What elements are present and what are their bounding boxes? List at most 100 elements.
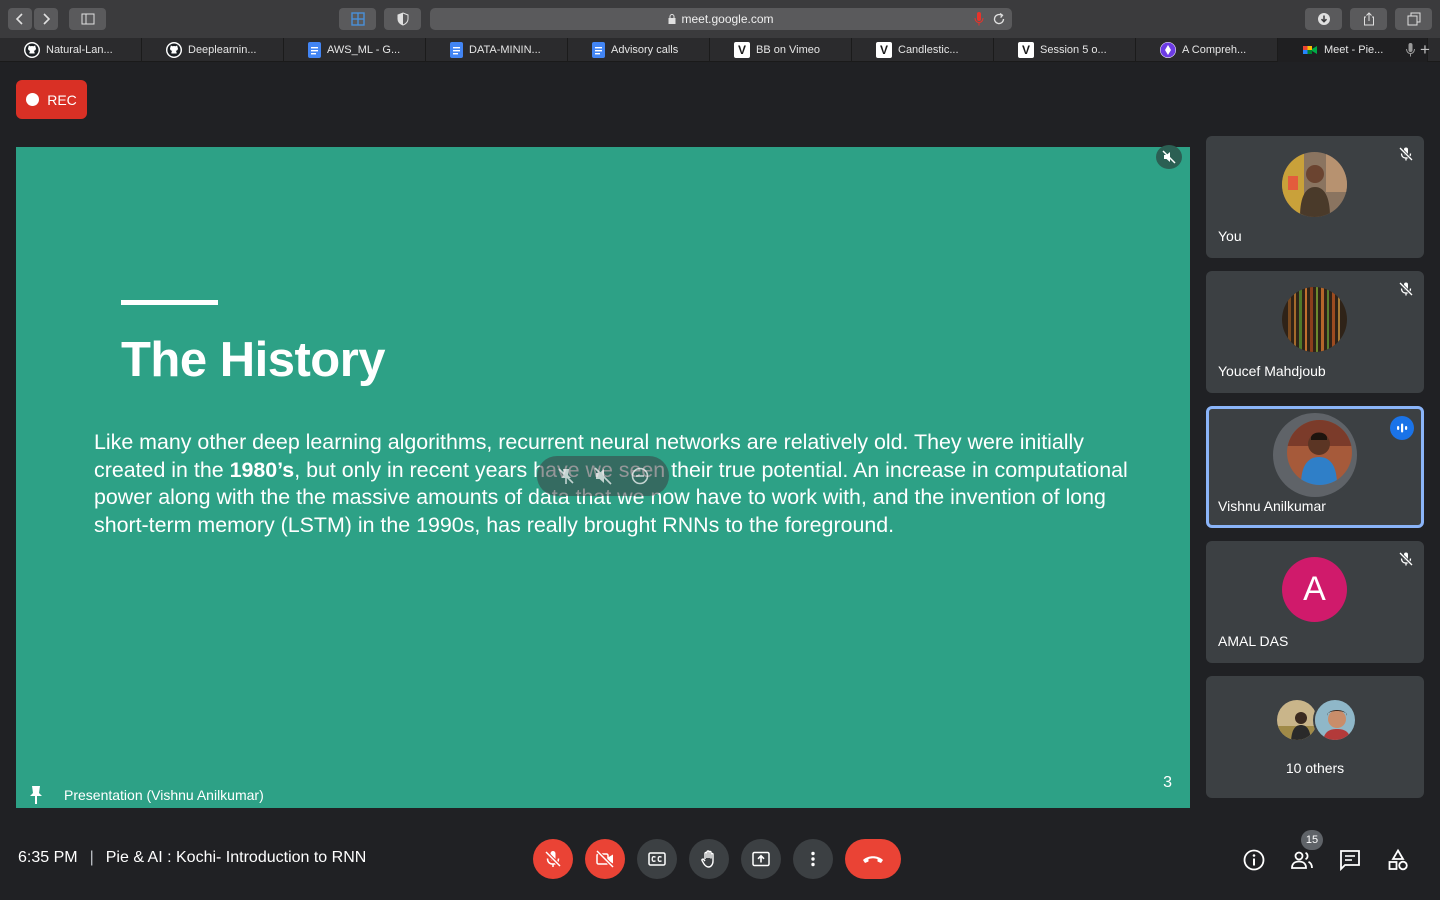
url-text: meet.google.com <box>681 12 774 26</box>
participant-tile-speaking[interactable]: Vishnu Anilkumar <box>1206 406 1424 528</box>
camera-toggle-button[interactable] <box>585 839 625 879</box>
remove-icon[interactable] <box>630 466 650 486</box>
docs-icon <box>592 42 605 58</box>
tab-label: Meet - Pie... <box>1324 44 1384 56</box>
raise-hand-button[interactable] <box>689 839 729 879</box>
activities-icon[interactable] <box>1386 848 1410 872</box>
tab-label: AWS_ML - G... <box>327 44 401 56</box>
tab-label: DATA-MININ... <box>469 44 541 56</box>
presentation-stage[interactable]: The History Like many other deep learnin… <box>16 145 1190 808</box>
tab-label: Advisory calls <box>611 44 679 56</box>
meeting-title: Pie & AI : Kochi- Introduction to RNN <box>105 849 367 866</box>
meeting-separator: | <box>89 849 94 866</box>
github-icon <box>166 42 182 58</box>
participant-name: AMAL DAS <box>1218 633 1289 649</box>
tile-hover-controls <box>537 456 669 496</box>
vimeo-icon: V <box>1018 42 1034 58</box>
speaking-indicator-icon <box>1390 416 1414 440</box>
extension-button[interactable] <box>339 8 376 30</box>
google-meet-icon <box>1302 42 1318 58</box>
tab-label: BB on Vimeo <box>756 44 821 56</box>
download-icon <box>1317 13 1330 25</box>
microphone-muted-icon <box>1398 551 1414 567</box>
address-bar[interactable]: meet.google.com <box>430 8 1012 30</box>
participant-tile[interactable]: Youcef Mahdjoub <box>1206 271 1424 393</box>
avatar-initial: A <box>1282 557 1347 622</box>
slide-body-bold: 1980’s <box>229 457 295 482</box>
chevron-right-icon <box>43 13 51 25</box>
captions-button[interactable] <box>637 839 677 879</box>
recording-badge[interactable]: REC <box>16 80 87 119</box>
tabs-icon <box>1407 12 1420 26</box>
avatar <box>1282 152 1347 217</box>
tab-label: Session 5 o... <box>1040 44 1107 56</box>
browser-tab[interactable]: Natural-Lan... <box>0 38 142 62</box>
participant-tile-you[interactable]: You <box>1206 136 1424 258</box>
microphone-icon[interactable] <box>1406 43 1415 57</box>
privacy-button[interactable] <box>384 8 421 30</box>
browser-tab[interactable]: V BB on Vimeo <box>710 38 852 62</box>
leave-call-button[interactable] <box>845 839 901 879</box>
people-icon[interactable] <box>1290 848 1314 872</box>
tab-label: Candlestic... <box>898 44 959 56</box>
meeting-time: 6:35 PM <box>18 849 78 866</box>
tab-label: A Compreh... <box>1182 44 1247 56</box>
browser-tab-strip: Natural-Lan... Deeplearnin... AWS_ML - G… <box>0 38 1440 62</box>
more-vertical-icon <box>811 851 815 867</box>
browser-toolbar: meet.google.com <box>0 0 1440 38</box>
docs-icon <box>450 42 463 58</box>
browser-tab-active[interactable]: Meet - Pie... <box>1278 38 1428 62</box>
tab-label: Natural-Lan... <box>46 44 113 56</box>
participant-name: Vishnu Anilkumar <box>1218 498 1326 514</box>
meeting-details-info-icon[interactable] <box>1242 848 1266 872</box>
participant-name: Youcef Mahdjoub <box>1218 363 1326 379</box>
chat-icon[interactable] <box>1338 848 1362 872</box>
lock-icon <box>668 14 676 24</box>
slide-title: The History <box>121 333 386 387</box>
mute-participant-icon[interactable] <box>593 466 613 486</box>
participant-name: You <box>1218 228 1242 244</box>
tabs-overview-button[interactable] <box>1395 8 1432 30</box>
hand-icon <box>701 850 714 868</box>
microphone-muted-icon <box>1398 281 1414 297</box>
avatar <box>1282 287 1347 352</box>
reload-icon[interactable] <box>992 12 1006 26</box>
sidebar-button[interactable] <box>69 8 106 30</box>
present-screen-icon <box>752 851 770 867</box>
github-icon <box>24 42 40 58</box>
back-button[interactable] <box>8 8 32 30</box>
browser-tab[interactable]: Deeplearnin... <box>142 38 284 62</box>
participant-tile[interactable]: A AMAL DAS <box>1206 541 1424 663</box>
meeting-details: 6:35 PM | Pie & AI : Kochi- Introduction… <box>18 849 366 867</box>
new-tab-button[interactable]: + <box>1416 38 1434 62</box>
browser-tab[interactable]: V Candlestic... <box>852 38 994 62</box>
hang-up-icon <box>863 856 883 863</box>
plus-icon: + <box>1420 40 1430 59</box>
chevron-left-icon <box>15 13 23 25</box>
browser-tab[interactable]: AWS_ML - G... <box>284 38 426 62</box>
microphone-active-icon[interactable] <box>974 12 984 26</box>
vimeo-icon: V <box>734 42 750 58</box>
grid-icon <box>350 12 365 26</box>
vimeo-icon: V <box>876 42 892 58</box>
browser-tab[interactable]: A Compreh... <box>1136 38 1278 62</box>
browser-tab[interactable]: Advisory calls <box>568 38 710 62</box>
avatar <box>1313 698 1357 742</box>
present-screen-button[interactable] <box>741 839 781 879</box>
browser-tab[interactable]: V Session 5 o... <box>994 38 1136 62</box>
compass-icon <box>1160 42 1176 58</box>
closed-captions-icon <box>648 852 666 866</box>
slide-title-rule <box>121 300 218 305</box>
microphone-toggle-button[interactable] <box>533 839 573 879</box>
participant-tile-others[interactable]: 10 others <box>1206 676 1424 798</box>
downloads-button[interactable] <box>1305 8 1342 30</box>
pin-off-icon[interactable] <box>556 466 576 486</box>
browser-tab[interactable]: DATA-MININ... <box>426 38 568 62</box>
record-dot-icon <box>26 93 40 106</box>
presentation-label: Presentation (Vishnu Anilkumar) <box>64 787 264 803</box>
forward-button[interactable] <box>34 8 58 30</box>
share-button[interactable] <box>1350 8 1387 30</box>
pin-icon[interactable] <box>28 785 44 805</box>
participant-count-badge: 15 <box>1301 830 1323 850</box>
more-options-button[interactable] <box>793 839 833 879</box>
